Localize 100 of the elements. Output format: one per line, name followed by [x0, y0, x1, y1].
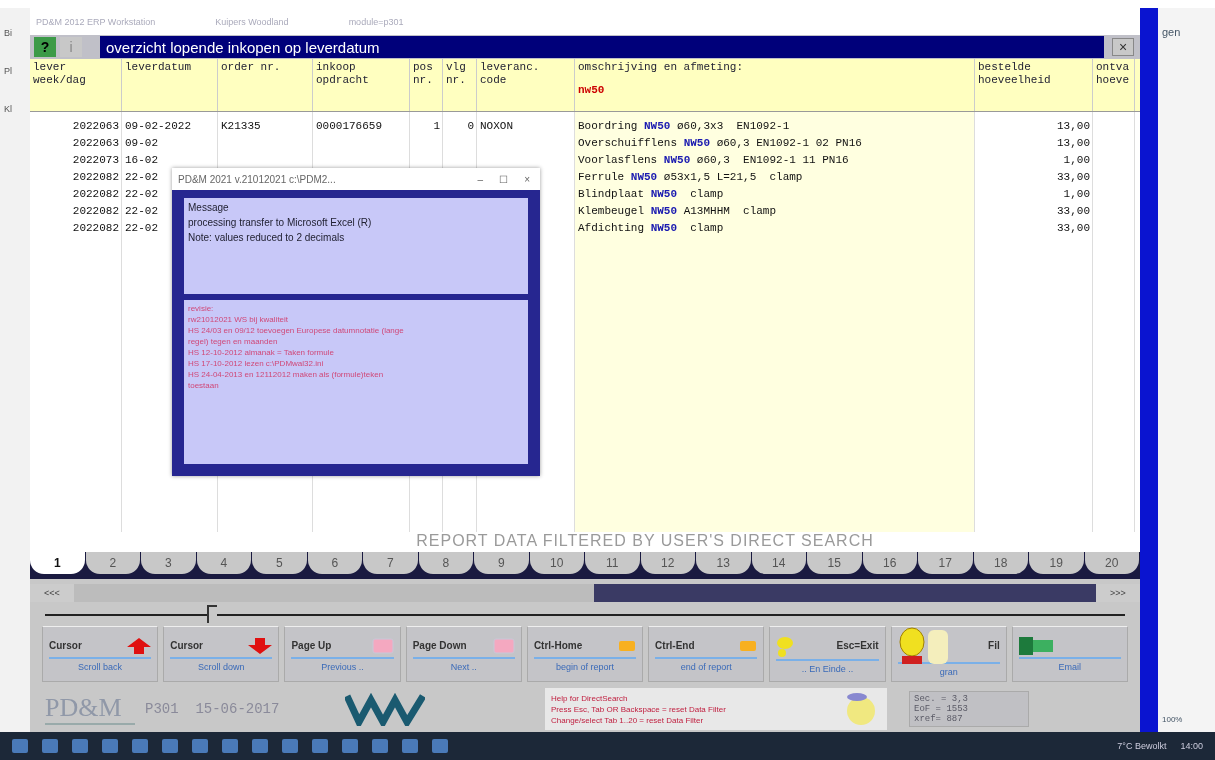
message-text: Note: values reduced to 2 decimals — [188, 232, 346, 243]
taskbar-app-icon[interactable] — [102, 739, 118, 753]
mascot-icon — [897, 625, 948, 666]
page-tab[interactable]: 12 — [640, 552, 695, 574]
table-cell-text: 09-02 — [124, 136, 159, 151]
slider-thumb[interactable] — [207, 605, 217, 623]
scroll-forward-button[interactable]: >>> — [1096, 584, 1140, 602]
log-line: toestaan — [188, 381, 220, 390]
side-label: Bi — [4, 28, 13, 38]
table-cell-text: 0000176659 — [315, 119, 383, 134]
page-tab[interactable]: 19 — [1029, 552, 1084, 574]
logo: PD&M — [45, 693, 135, 725]
window-control[interactable]: – — [473, 173, 488, 185]
log-line: HS 17-10-2012 lezen c:\PDMwal32.ini — [188, 359, 325, 368]
window-title: PD&M 2012 ERP Workstation — [36, 16, 156, 27]
table-cell-text: 2022082 — [71, 170, 120, 185]
key-icon — [371, 637, 394, 654]
function-button[interactable]: Page Down Next .. — [405, 626, 522, 682]
page-tab[interactable]: 4 — [196, 552, 251, 574]
key-icon — [739, 639, 758, 652]
column-header: lever week/dag — [30, 59, 122, 111]
column-header: leverdatum — [122, 59, 218, 111]
page-tab[interactable]: 7 — [363, 552, 418, 574]
taskbar-app-icon[interactable] — [192, 739, 208, 753]
function-button[interactable]: Ctrl-End end of report — [648, 626, 765, 682]
table-cell-text: 13,00 — [1056, 119, 1091, 134]
scrollbar[interactable]: <<< >>> — [30, 584, 1140, 602]
scroll-back-button[interactable]: <<< — [30, 584, 74, 602]
page-tab[interactable]: 18 — [973, 552, 1028, 574]
function-button[interactable]: Email — [1011, 626, 1128, 682]
page-tab[interactable]: 15 — [807, 552, 862, 574]
page-tab[interactable]: 17 — [918, 552, 973, 574]
arrow-down-icon — [248, 637, 273, 654]
column-header: pos nr. — [410, 59, 443, 111]
taskbar-app-icon[interactable] — [432, 739, 448, 753]
help-text: Change/select Tab 1..20 = reset Data Filter — [551, 715, 705, 725]
taskbar-app-icon[interactable] — [252, 739, 268, 753]
table-cell-text: 1,00 — [1062, 187, 1091, 202]
window-control[interactable]: ☐ — [495, 173, 513, 185]
taskbar-app-icon[interactable] — [282, 739, 298, 753]
table-cell-text: 2022063 — [71, 136, 120, 151]
table-cell-text: 22-02 — [124, 221, 159, 236]
taskbar-app-icon[interactable] — [402, 739, 418, 753]
taskbar-app-icon[interactable] — [72, 739, 88, 753]
table-cell-text: Voorlasflens NW50 ø60,3 EN1092-1 11 PN16 — [577, 153, 850, 168]
page-tab[interactable]: 13 — [696, 552, 751, 574]
close-button[interactable]: × — [1112, 38, 1134, 56]
function-button[interactable]: Fil gran — [890, 626, 1007, 682]
column-header: leveranc. code — [477, 59, 575, 111]
mascot-icon — [776, 634, 795, 657]
taskbar-app-icon[interactable] — [312, 739, 328, 753]
taskbar-app-icon[interactable] — [222, 739, 238, 753]
page-tab[interactable]: 8 — [418, 552, 473, 574]
column-header: omschrijving en afmeting: nw50 — [575, 59, 975, 111]
page-tab[interactable]: 1 — [30, 552, 85, 574]
table-cell-text: 2022082 — [71, 187, 120, 202]
function-button[interactable]: Cursor Scroll back — [42, 626, 159, 682]
window-control[interactable]: × — [520, 173, 534, 185]
page-tab[interactable]: 14 — [751, 552, 806, 574]
help-button[interactable]: ? — [34, 37, 56, 57]
page-tab[interactable]: 10 — [529, 552, 584, 574]
side-label: Pl — [4, 66, 13, 76]
table-cell-text: 0 — [466, 119, 475, 134]
key-icon — [618, 639, 637, 652]
taskbar-app-icon[interactable] — [342, 739, 358, 753]
page-tab[interactable]: 6 — [307, 552, 362, 574]
weather-text: 7°C Bewolkt — [1117, 741, 1167, 751]
page-tab[interactable]: 5 — [252, 552, 307, 574]
function-button[interactable]: Cursor Scroll down — [163, 626, 280, 682]
table-cell-text: 2022082 — [71, 221, 120, 236]
table-cell-text: 16-02 — [124, 153, 159, 168]
stat-text: Sec. = 3,3 — [914, 694, 969, 704]
stat-text: EoF = 1553 — [914, 704, 969, 714]
zoom-label: 100% — [1162, 715, 1184, 724]
page-tab[interactable]: 20 — [1084, 552, 1139, 574]
log-line: HS 12-10-2012 almanak = Taken formule — [188, 348, 335, 357]
function-button[interactable]: Ctrl-Home begin of report — [526, 626, 644, 682]
help-text: Help for DirectSearch — [551, 693, 629, 703]
table-cell-text: Klembeugel NW50 A13MHHM clamp — [577, 204, 778, 219]
taskbar-app-icon[interactable] — [162, 739, 178, 753]
page-tab[interactable]: 3 — [141, 552, 196, 574]
taskbar-app-icon[interactable] — [42, 739, 58, 753]
taskbar-app-icon[interactable] — [372, 739, 388, 753]
taskbar-app-icon[interactable] — [12, 739, 28, 753]
stat-text: xref= 887 — [914, 714, 964, 724]
wave-logo-icon — [345, 692, 425, 726]
function-button[interactable]: Esc=Exit .. En Einde .. — [769, 626, 886, 682]
table-cell-text: 33,00 — [1056, 221, 1091, 236]
table-cell-text: 2022073 — [71, 153, 120, 168]
page-tab[interactable]: 2 — [85, 552, 140, 574]
table-cell-text: 1 — [432, 119, 441, 134]
table-cell-text: Boordring NW50 ø60,3x3 EN1092-1 — [577, 119, 791, 134]
table-cell-text: 2022082 — [71, 204, 120, 219]
taskbar-app-icon[interactable] — [132, 739, 148, 753]
help-text: Press Esc, Tab OR Backspace = reset Data Filter — [551, 704, 727, 714]
page-tab[interactable]: 9 — [474, 552, 529, 574]
page-tab[interactable]: 11 — [585, 552, 640, 574]
slider[interactable] — [45, 602, 1125, 626]
function-button[interactable]: Page Up Previous .. — [284, 626, 401, 682]
page-tab[interactable]: 16 — [862, 552, 917, 574]
